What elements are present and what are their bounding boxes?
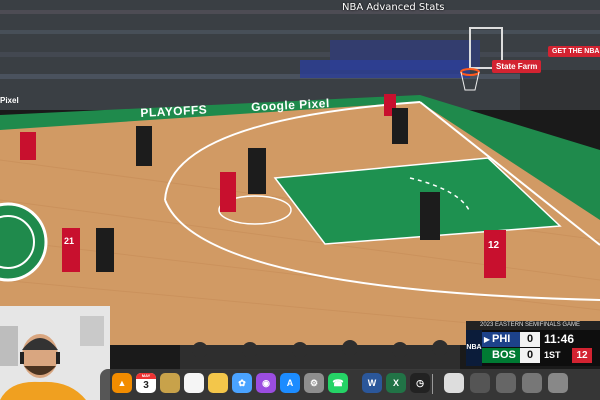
webcam-overlay: [0, 306, 110, 400]
notes-icon[interactable]: [160, 373, 180, 393]
dock-separator: [432, 374, 433, 394]
quarter: 1ST: [544, 350, 561, 360]
jersey-number: 21: [64, 236, 74, 246]
window-thumbnail-icon[interactable]: [470, 373, 490, 393]
podcasts-icon[interactable]: ◉: [256, 373, 276, 393]
reminders-icon[interactable]: [184, 373, 204, 393]
webcam-person: [0, 306, 110, 400]
scoreboard-row-bos: BOS 0 1ST 12: [482, 348, 600, 364]
stickies-icon[interactable]: [208, 373, 228, 393]
preview-icon[interactable]: [444, 373, 464, 393]
game-clock: 11:46: [544, 332, 575, 346]
series-header: 2023 EASTERN SEMIFINALS GAME: [466, 321, 600, 330]
clock-icon[interactable]: ◷: [410, 373, 430, 393]
nba-logo-icon: NBA: [466, 330, 482, 366]
jersey-number: 12: [488, 240, 500, 251]
team-score: 0: [520, 332, 540, 347]
shot-clock: 12: [572, 348, 592, 363]
appstore-icon[interactable]: A: [280, 373, 300, 393]
excel-icon[interactable]: X: [386, 373, 406, 393]
nba-app-ad: GET THE NBA APP: [548, 46, 600, 57]
calendar-day: 3: [143, 380, 149, 391]
possession-arrow-icon: ▶: [483, 335, 491, 344]
scoreboard-row-phi: PHI ▶ 0 11:46: [482, 332, 600, 348]
team-score: 0: [520, 348, 540, 363]
courtside-seats: [300, 60, 470, 78]
whatsapp-icon[interactable]: ☎: [328, 373, 348, 393]
photos-icon[interactable]: ✿: [232, 373, 252, 393]
pixel-ad-left: Pixel: [0, 96, 19, 105]
settings-icon[interactable]: ⚙: [304, 373, 324, 393]
window-thumbnail-icon[interactable]: [496, 373, 516, 393]
state-farm-ad: State Farm: [492, 60, 542, 73]
dock: ▲ MAY 3 ✿ ◉ A ⚙ ☎ W X ◷: [100, 369, 600, 400]
word-icon[interactable]: W: [362, 373, 382, 393]
team-abbr: BOS: [482, 348, 520, 363]
watermark: NBA Advanced Stats: [342, 2, 445, 13]
calendar-icon[interactable]: MAY 3: [136, 373, 156, 393]
window-thumbnail-icon[interactable]: [548, 373, 568, 393]
window-thumbnail-icon[interactable]: [522, 373, 542, 393]
vlc-icon[interactable]: ▲: [112, 373, 132, 393]
